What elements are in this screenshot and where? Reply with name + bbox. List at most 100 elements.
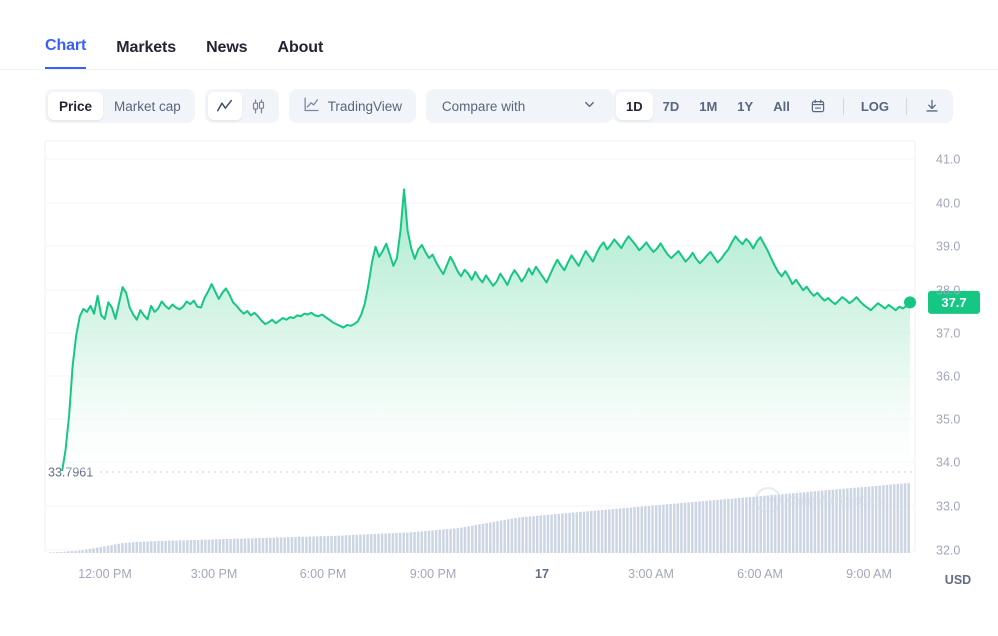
volume-bar — [752, 497, 755, 553]
y-axis-tick-label: 38.0 — [936, 284, 960, 298]
y-axis-tick-label: 41.0 — [936, 153, 960, 167]
price-chart-svg[interactable]: CoinMarketCap 33.7961 37.7 41.040.039.03… — [0, 136, 998, 606]
candlestick-chart-icon[interactable] — [242, 92, 276, 120]
volume-bar — [356, 535, 359, 553]
line-chart-icon[interactable] — [208, 92, 242, 120]
volume-bar — [229, 539, 232, 553]
volume-bar — [265, 538, 268, 553]
tab-chart[interactable]: Chart — [45, 38, 86, 69]
volume-bar — [673, 504, 676, 553]
volume-bar — [240, 539, 243, 553]
volume-bar — [666, 504, 669, 553]
metric-toggle-group: Price Market cap — [45, 89, 195, 123]
range-1y-button[interactable]: 1Y — [727, 92, 763, 120]
volume-bar — [662, 505, 665, 553]
volume-bar — [413, 532, 416, 553]
volume-bar — [237, 539, 240, 553]
volume-bar — [731, 499, 734, 553]
y-axis-tick-label: 34.0 — [936, 456, 960, 470]
x-axis-tick-label: 12:00 PM — [78, 567, 132, 581]
volume-bar — [500, 521, 503, 553]
volume-bar — [536, 516, 539, 553]
range-1d-button[interactable]: 1D — [616, 92, 653, 120]
volume-bar — [312, 536, 315, 553]
volume-bar — [622, 508, 625, 553]
volume-bar — [684, 503, 687, 553]
tab-markets[interactable]: Markets — [116, 40, 176, 69]
volume-bar — [103, 546, 106, 553]
volume-bar — [53, 552, 56, 553]
volume-bar — [904, 483, 907, 553]
volume-bar — [767, 495, 770, 553]
volume-bar — [384, 534, 387, 553]
volume-bar — [341, 536, 344, 554]
volume-bar — [478, 524, 481, 553]
volume-bar — [125, 543, 128, 553]
volume-bar — [193, 540, 196, 553]
volume-bar — [128, 543, 131, 554]
volume-bar — [348, 535, 351, 553]
market-cap-toggle-button[interactable]: Market cap — [103, 92, 192, 120]
volume-bar — [749, 497, 752, 553]
volume-bar — [496, 521, 499, 553]
volume-bar — [60, 552, 63, 553]
volume-bar — [410, 532, 413, 553]
volume-bar — [554, 514, 557, 553]
volume-bar — [705, 501, 708, 553]
download-icon[interactable] — [914, 92, 950, 120]
calendar-icon[interactable] — [800, 92, 836, 120]
volume-bar — [154, 541, 157, 553]
volume-bar — [395, 533, 398, 553]
volume-bar — [262, 538, 265, 553]
volume-bar — [107, 546, 110, 553]
volume-bar — [644, 506, 647, 553]
volume-bar — [63, 552, 66, 553]
volume-bar — [406, 533, 409, 553]
volume-bar — [633, 507, 636, 553]
y-axis-tick-label: 40.0 — [936, 197, 960, 211]
compare-with-dropdown[interactable]: Compare with — [426, 89, 613, 123]
volume-bar — [493, 522, 496, 553]
volume-bar — [366, 534, 369, 553]
volume-bar — [161, 541, 164, 553]
volume-bar — [374, 534, 377, 553]
volume-bar — [320, 536, 323, 553]
y-axis-tick-label: 36.0 — [936, 370, 960, 384]
tab-news[interactable]: News — [206, 40, 247, 69]
tradingview-button[interactable]: TradingView — [289, 89, 416, 123]
range-1m-button[interactable]: 1M — [689, 92, 727, 120]
volume-bar — [446, 529, 449, 553]
tab-bar: Chart Markets News About — [0, 0, 998, 70]
range-all-button[interactable]: All — [763, 92, 800, 120]
volume-bar — [363, 535, 366, 553]
volume-bar — [417, 532, 420, 553]
tab-about[interactable]: About — [277, 40, 323, 69]
volume-bar — [258, 538, 261, 553]
range-7d-button[interactable]: 7D — [653, 92, 690, 120]
log-scale-button[interactable]: LOG — [851, 92, 899, 120]
volume-bar — [525, 517, 528, 553]
toolbar-divider-2 — [906, 98, 907, 115]
volume-bar — [92, 548, 95, 553]
tradingview-label: TradingView — [328, 99, 402, 114]
volume-bar — [590, 511, 593, 553]
volume-bar — [723, 499, 726, 553]
volume-bar — [71, 551, 74, 553]
volume-bar — [121, 543, 124, 553]
volume-bar — [345, 535, 348, 553]
volume-bar — [680, 503, 683, 553]
volume-bar — [543, 515, 546, 553]
volume-bar — [900, 484, 903, 553]
volume-bar — [96, 548, 99, 553]
tradingview-icon — [303, 96, 320, 116]
price-toggle-button[interactable]: Price — [48, 92, 103, 120]
volume-bar — [352, 535, 355, 553]
price-chart[interactable]: CoinMarketCap 33.7961 37.7 41.040.039.03… — [0, 136, 998, 606]
volume-bar — [377, 534, 380, 553]
volume-bar — [449, 529, 452, 553]
volume-bar — [301, 537, 304, 553]
volume-bar — [568, 513, 571, 553]
time-range-group: 1D 7D 1M 1Y All LOG — [613, 89, 953, 123]
volume-bar — [738, 498, 741, 553]
volume-bar — [67, 551, 70, 553]
